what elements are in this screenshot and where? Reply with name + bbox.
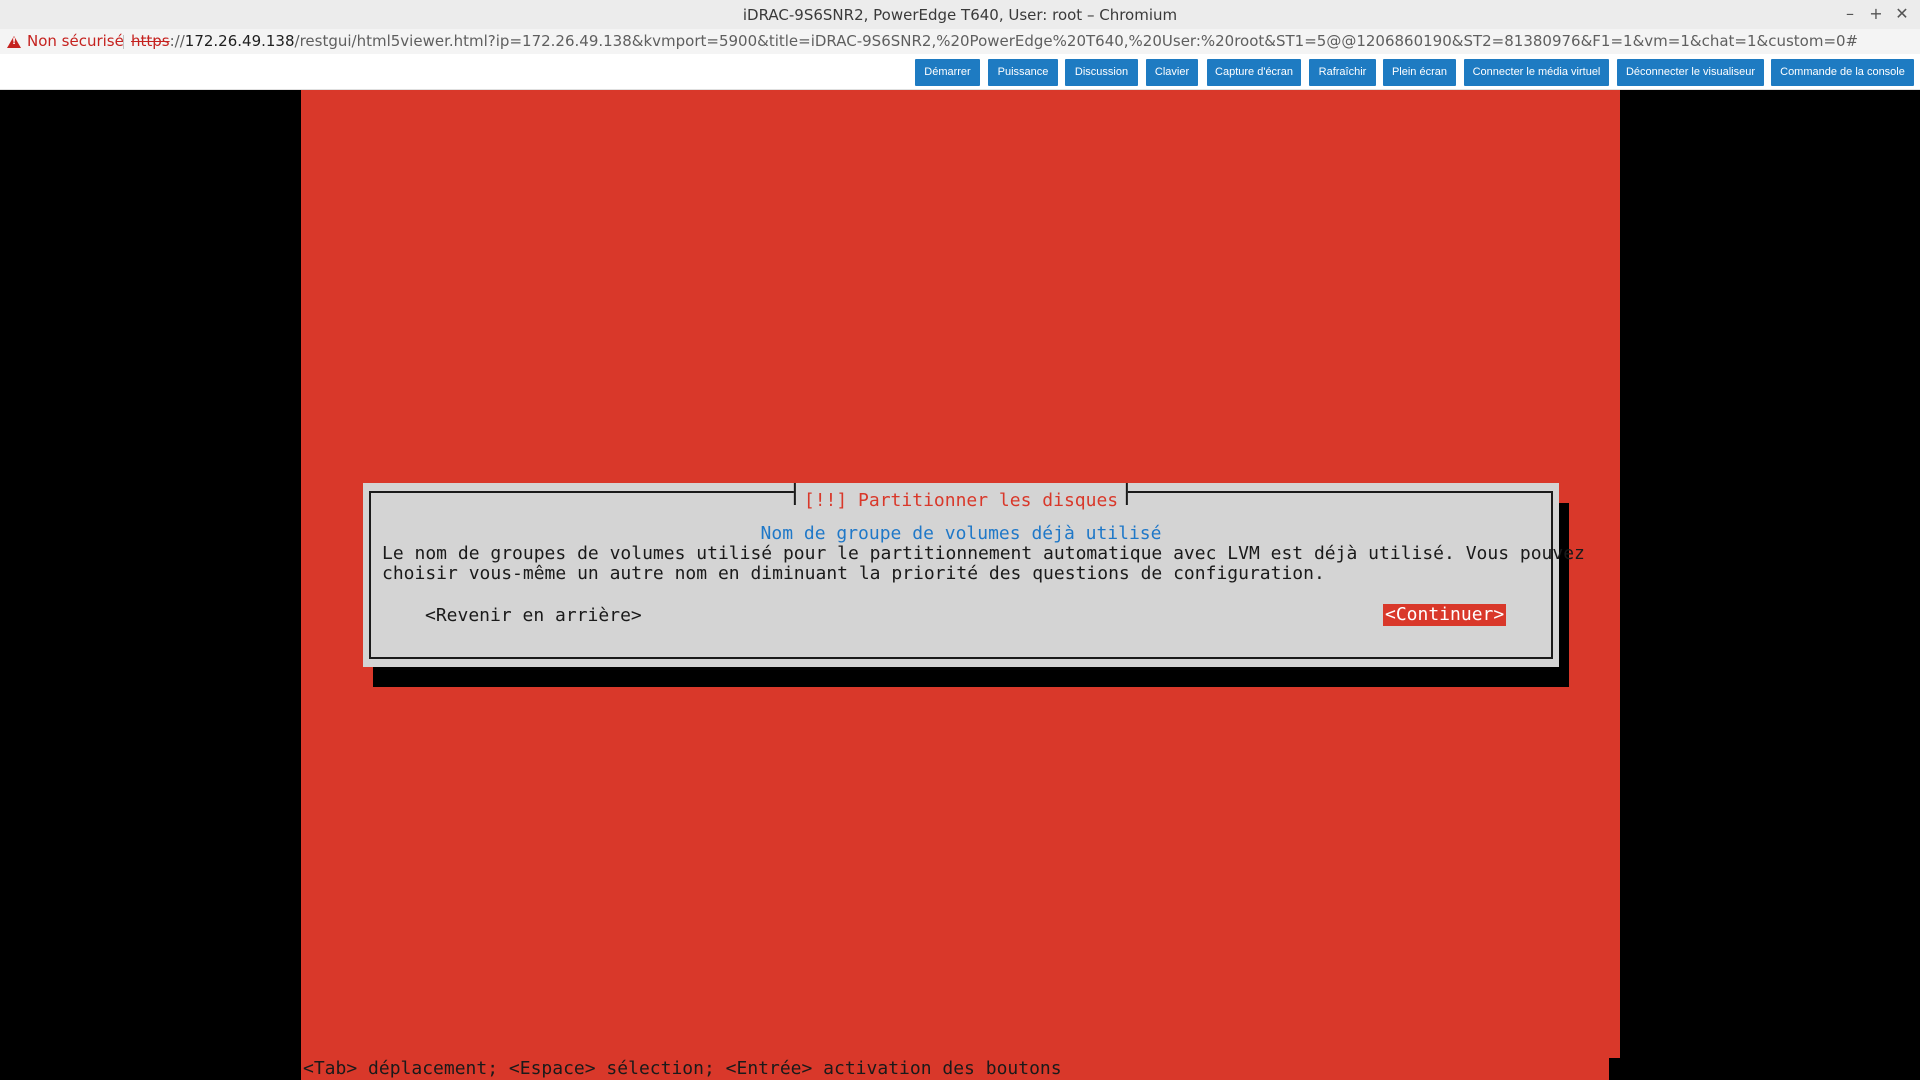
disconnect-viewer-button[interactable]: Déconnecter le visualiseur	[1617, 59, 1764, 86]
go-back-button[interactable]: <Revenir en arrière>	[425, 606, 642, 626]
chat-button[interactable]: Discussion	[1065, 59, 1138, 86]
url-scheme-separator: ://	[169, 32, 185, 50]
window-title: iDRAC-9S6SNR2, PowerEdge T640, User: roo…	[742, 6, 1178, 24]
window-titlebar: iDRAC-9S6SNR2, PowerEdge T640, User: roo…	[0, 0, 1920, 30]
partition-dialog: [!!] Partitionner les disques Nom de gro…	[363, 483, 1585, 667]
connect-virtual-media-button[interactable]: Connecter le média virtuel	[1464, 59, 1609, 86]
dialog-subtitle: Nom de groupe de volumes déjà utilisé	[760, 523, 1162, 544]
url-text[interactable]: https://172.26.49.138/restgui/html5viewe…	[131, 29, 1858, 54]
dialog-title: [!!] Partitionner les disques	[793, 483, 1129, 511]
minimize-icon[interactable]: –	[1839, 4, 1861, 24]
viewer-toolbar: Démarrer Puissance Discussion Clavier Ca…	[0, 54, 1920, 90]
console-help-line: <Tab> déplacement; <Espace> sélection; <…	[303, 1058, 1062, 1079]
url-path: /restgui/html5viewer.html?ip=172.26.49.1…	[294, 32, 1859, 50]
url-divider	[123, 35, 124, 49]
start-button[interactable]: Démarrer	[915, 59, 980, 86]
dialog-message-line-2: choisir vous-même un autre nom en diminu…	[382, 563, 1325, 584]
url-host: 172.26.49.138	[184, 32, 295, 50]
close-icon[interactable]: ✕	[1891, 4, 1913, 24]
security-status[interactable]: Non sécurisé	[27, 29, 124, 54]
address-bar[interactable]: Non sécurisé https://172.26.49.138/restg…	[0, 29, 1920, 55]
console-corner	[1609, 1058, 1620, 1080]
screenshot-button[interactable]: Capture d'écran	[1207, 59, 1301, 86]
dialog-message-line-1: Le nom de groupes de volumes utilisé pou…	[382, 543, 1585, 564]
refresh-button[interactable]: Rafraîchir	[1309, 59, 1376, 86]
warning-triangle-icon[interactable]	[7, 36, 21, 48]
power-button[interactable]: Puissance	[988, 59, 1058, 86]
keyboard-button[interactable]: Clavier	[1146, 59, 1198, 86]
fullscreen-button[interactable]: Plein écran	[1383, 59, 1456, 86]
url-scheme: https	[131, 32, 170, 50]
maximize-icon[interactable]: +	[1865, 4, 1887, 24]
continue-button[interactable]: <Continuer>	[1383, 604, 1507, 626]
console-command-button[interactable]: Commande de la console	[1771, 59, 1914, 86]
